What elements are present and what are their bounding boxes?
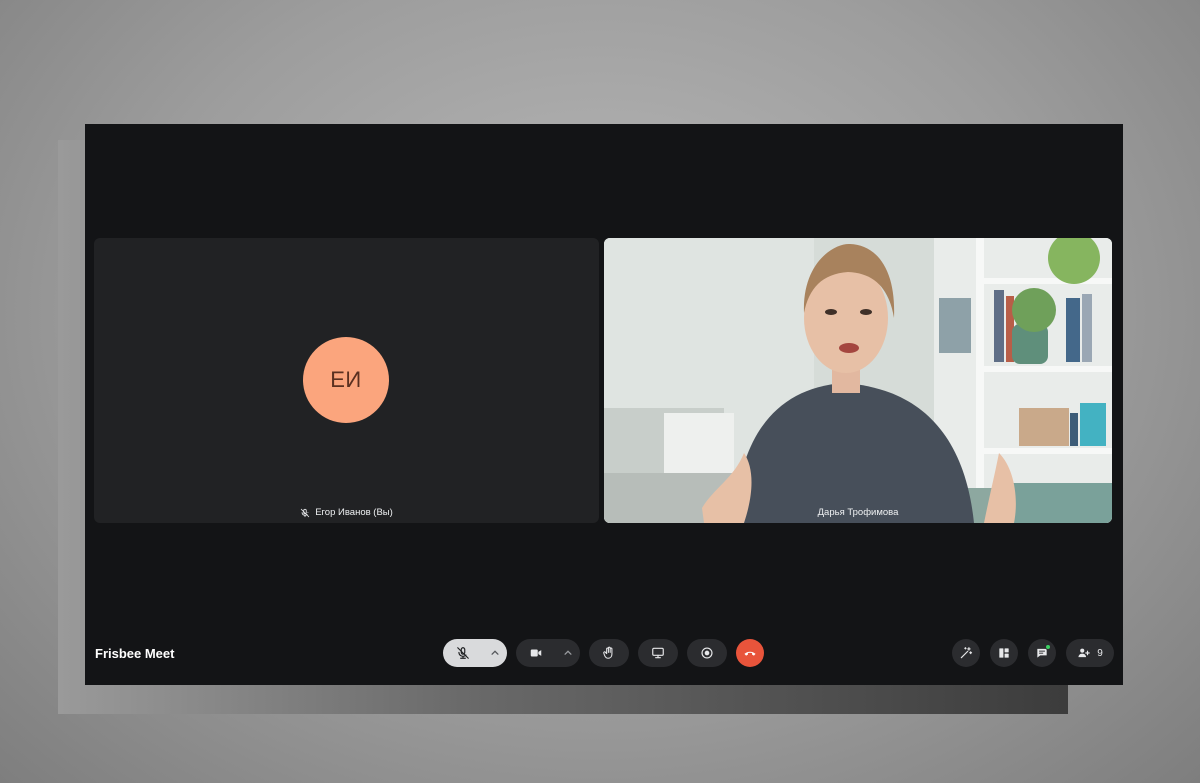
self-video-tile: ЕИ Егор Иванов (Вы)	[94, 238, 599, 523]
remote-name-label: Дарья Трофимова	[604, 507, 1112, 518]
mic-off-icon	[301, 508, 310, 517]
hang-up-icon	[744, 651, 756, 656]
self-name: Егор Иванов (Вы)	[315, 507, 393, 518]
screen-share-icon	[652, 647, 664, 659]
camera-toggle-button[interactable]	[516, 639, 556, 667]
camera-control-group	[516, 639, 580, 667]
chevron-up-icon	[491, 650, 499, 655]
chevron-up-icon	[564, 650, 572, 655]
chat-button[interactable]	[1028, 639, 1056, 667]
magic-wand-icon	[960, 647, 973, 659]
end-call-button[interactable]	[736, 639, 764, 667]
layout-button[interactable]	[990, 639, 1018, 667]
raise-hand-button[interactable]	[589, 639, 629, 667]
camera-options-button[interactable]	[556, 639, 580, 667]
remote-video-tile: Дарья Трофимова	[604, 238, 1112, 523]
video-camera-icon	[530, 649, 542, 657]
remote-video-feed	[604, 238, 1112, 523]
app-brand: Frisbee Meet	[95, 646, 175, 661]
mic-toggle-button[interactable]	[443, 639, 483, 667]
layout-icon	[999, 648, 1009, 658]
meeting-window: ЕИ Егор Иванов (Вы) Дарья Трофимова Fris…	[85, 124, 1123, 685]
record-button[interactable]	[687, 639, 727, 667]
mic-control-group	[443, 639, 507, 667]
raise-hand-icon	[603, 646, 613, 659]
unread-indicator	[1045, 644, 1051, 650]
remote-name: Дарья Трофимова	[817, 507, 899, 518]
add-people-icon	[1078, 648, 1091, 658]
share-screen-button[interactable]	[638, 639, 678, 667]
self-name-label: Егор Иванов (Вы)	[94, 507, 599, 518]
mic-options-button[interactable]	[483, 639, 507, 667]
participants-button[interactable]: 9	[1066, 639, 1114, 667]
participants-count: 9	[1097, 647, 1103, 659]
effects-button[interactable]	[952, 639, 980, 667]
self-avatar: ЕИ	[303, 337, 389, 423]
record-icon	[701, 647, 713, 659]
mic-off-icon	[457, 647, 469, 659]
